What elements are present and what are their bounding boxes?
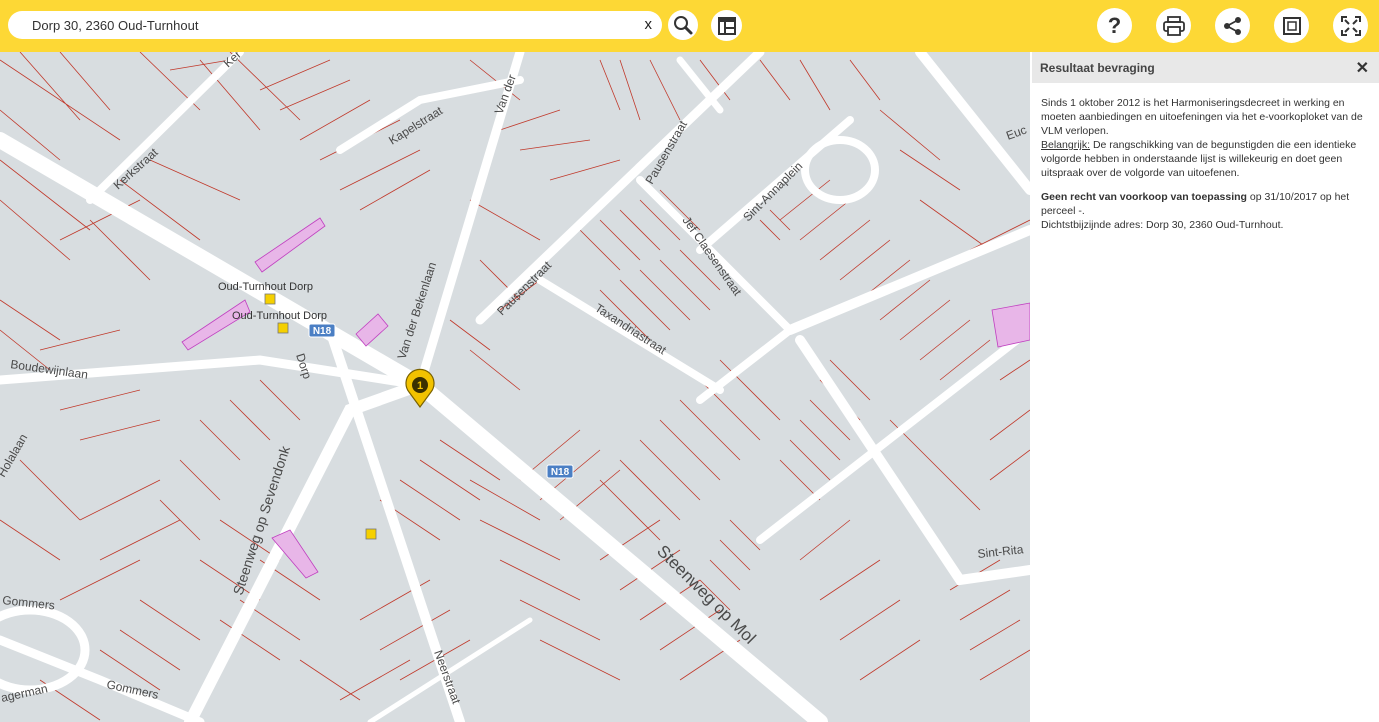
top-toolbar: x ? (0, 0, 1379, 52)
print-icon (1162, 15, 1185, 36)
marker-number: 1 (417, 380, 423, 392)
stop-label: Oud-Turnhout Dorp (232, 310, 327, 322)
bus-stop-icon (365, 528, 377, 540)
search-box: x (8, 11, 662, 39)
road-shield-label: N18 (551, 467, 570, 478)
intro-text: Sinds 1 oktober 2012 is het Harmoniserin… (1041, 97, 1363, 137)
frame-button[interactable] (1274, 8, 1309, 43)
road-shield-label: N18 (313, 326, 332, 337)
result-status: Geen recht van voorkoop van toepassing (1041, 191, 1247, 203)
nearest-address: Dichtstbijzijnde adres: Dorp 30, 2360 Ou… (1041, 219, 1284, 231)
help-button[interactable]: ? (1097, 8, 1132, 43)
search-input[interactable] (24, 11, 640, 39)
result-panel: Resultaat bevraging ✕ Sinds 1 oktober 20… (1032, 52, 1379, 722)
fullscreen-button[interactable] (1333, 8, 1368, 43)
important-label: Belangrijk: (1041, 139, 1091, 151)
share-icon (1223, 16, 1241, 35)
info-paragraph: Sinds 1 oktober 2012 is het Harmoniserin… (1041, 96, 1370, 180)
share-button[interactable] (1215, 8, 1250, 43)
panel-body: Sinds 1 oktober 2012 is het Harmoniserin… (1032, 83, 1379, 232)
bus-stop-icon (264, 293, 276, 305)
layers-button[interactable] (711, 10, 742, 41)
layers-icon (717, 16, 736, 35)
help-icon: ? (1107, 12, 1122, 38)
fullscreen-icon (1340, 15, 1361, 36)
panel-header: Resultaat bevraging ✕ (1032, 52, 1379, 83)
clear-search-button[interactable]: x (645, 16, 653, 34)
bus-stop-icon (277, 322, 289, 334)
search-icon (674, 16, 693, 35)
panel-title: Resultaat bevraging (1040, 61, 1155, 75)
map-canvas[interactable]: Ker Kerkstraat Kapelstraat Van der Pause… (0, 52, 1030, 722)
search-button[interactable] (668, 10, 698, 40)
map-view[interactable]: Ker Kerkstraat Kapelstraat Van der Pause… (0, 52, 1030, 722)
print-button[interactable] (1156, 8, 1191, 43)
frame-icon (1282, 16, 1301, 35)
stop-label: Oud-Turnhout Dorp (218, 281, 313, 293)
close-icon[interactable]: ✕ (1356, 58, 1369, 78)
result-paragraph: Geen recht van voorkoop van toepassing o… (1041, 190, 1370, 232)
